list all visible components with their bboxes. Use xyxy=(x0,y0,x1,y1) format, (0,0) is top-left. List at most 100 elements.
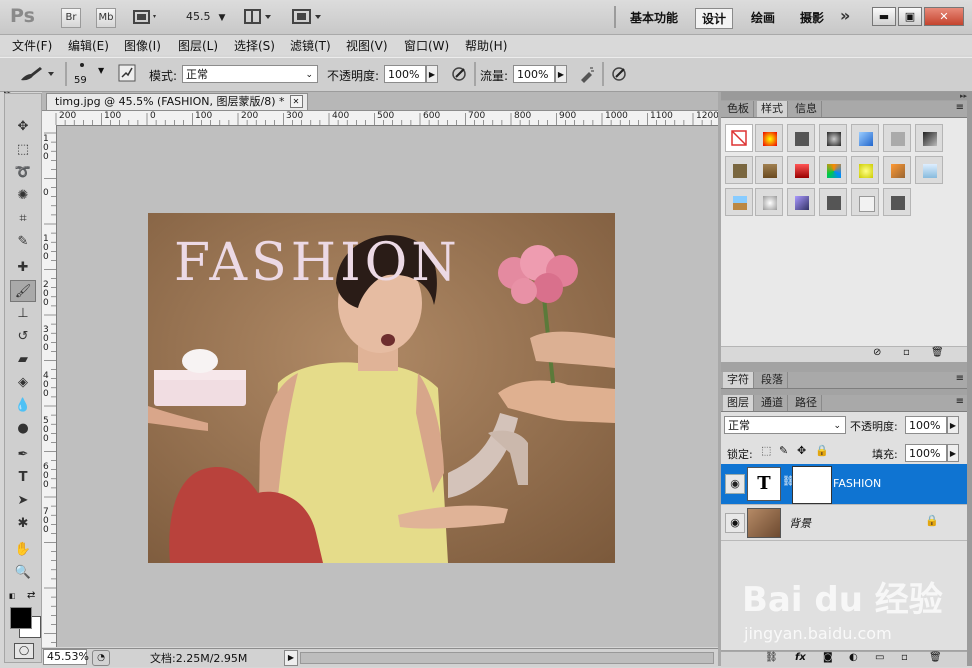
style-swatch[interactable] xyxy=(883,156,911,184)
zoom-tool[interactable]: 🔍 xyxy=(10,562,36,584)
style-swatch[interactable] xyxy=(883,188,911,216)
layer-mask-thumbnail[interactable] xyxy=(792,466,832,504)
healing-brush-tool[interactable]: ✚ xyxy=(10,257,36,279)
lock-pixels-icon[interactable]: ✎ xyxy=(779,444,788,457)
opacity-input[interactable]: 100% xyxy=(384,65,426,83)
clear-style-icon[interactable]: ⊘ xyxy=(873,347,881,358)
trash-icon[interactable]: 🗑 xyxy=(929,652,942,663)
collapse-dock-icon[interactable]: ▸▸ xyxy=(721,92,967,100)
swap-colors-icon[interactable]: ⇄ xyxy=(27,590,35,601)
tab-swatches[interactable]: 色板 xyxy=(723,101,754,117)
style-swatch[interactable] xyxy=(851,188,879,216)
style-none-swatch[interactable] xyxy=(725,124,753,152)
lock-all-icon[interactable]: 🔒 xyxy=(815,444,829,457)
quick-mask-button[interactable]: ◯ xyxy=(14,643,34,659)
style-swatch[interactable] xyxy=(725,188,753,216)
style-swatch[interactable] xyxy=(915,156,943,184)
default-colors-icon[interactable]: ◧ xyxy=(9,592,17,600)
pressure-opacity-button[interactable] xyxy=(450,65,468,83)
bridge-button[interactable]: Br xyxy=(61,8,81,28)
layer-style-fx-icon[interactable]: fx xyxy=(795,652,806,663)
custom-shape-tool[interactable]: ✱ xyxy=(10,513,36,535)
foreground-color-swatch[interactable] xyxy=(10,607,32,629)
pen-tool[interactable]: ✒ xyxy=(10,444,36,466)
tool-preset-picker[interactable] xyxy=(18,64,58,84)
document-image[interactable]: FASHION xyxy=(148,213,615,563)
zoom-level-select[interactable]: 45.5 ▼ xyxy=(186,10,225,23)
brush-picker[interactable]: 59 ▼ xyxy=(72,61,106,87)
status-menu-arrow[interactable]: ▶ xyxy=(284,650,298,666)
blur-tool[interactable]: 💧 xyxy=(10,395,36,417)
dodge-tool[interactable]: ● xyxy=(10,418,36,440)
workspace-essentials[interactable]: 基本功能 xyxy=(624,8,684,27)
screen-mode-button[interactable] xyxy=(292,9,324,25)
adjustment-layer-icon[interactable]: ◐ xyxy=(849,652,858,663)
tab-info[interactable]: 信息 xyxy=(791,101,822,117)
style-swatch[interactable] xyxy=(725,156,753,184)
eye-icon[interactable]: ◉ xyxy=(725,513,745,533)
move-tool[interactable]: ✥ xyxy=(10,116,36,138)
more-workspaces-button[interactable]: » xyxy=(840,6,850,25)
layer-opacity-slider-toggle[interactable]: ▶ xyxy=(947,416,959,434)
document-tab[interactable]: timg.jpg @ 45.5% (FASHION, 图层蒙版/8) * ✕ xyxy=(46,93,308,110)
new-layer-icon[interactable]: ▫ xyxy=(901,652,908,663)
style-swatch[interactable] xyxy=(787,188,815,216)
zoom-input[interactable]: 45.53% xyxy=(43,649,89,665)
quick-selection-tool[interactable]: ✺ xyxy=(10,185,36,207)
tab-character[interactable]: 字符 xyxy=(723,372,754,388)
crop-tool[interactable]: ⌗ xyxy=(10,208,36,230)
style-swatch[interactable] xyxy=(851,124,879,152)
tab-channels[interactable]: 通道 xyxy=(757,395,788,411)
new-style-icon[interactable]: ▫ xyxy=(903,347,910,358)
style-swatch[interactable] xyxy=(755,156,783,184)
canvas-area[interactable]: FASHION xyxy=(57,126,718,647)
layer-row-fashion[interactable]: ◉ T ⛓ FASHION xyxy=(721,464,967,505)
style-swatch[interactable] xyxy=(819,156,847,184)
horizontal-scrollbar[interactable] xyxy=(300,652,714,664)
menu-filter[interactable]: 滤镜(T) xyxy=(290,37,331,54)
brush-panel-toggle[interactable] xyxy=(118,64,136,82)
maximize-button[interactable]: ▣ xyxy=(898,7,922,26)
eyedropper-tool[interactable]: ✎ xyxy=(10,231,36,253)
close-document-icon[interactable]: ✕ xyxy=(289,95,303,108)
history-brush-tool[interactable]: ↺ xyxy=(10,326,36,348)
eye-icon[interactable]: ◉ xyxy=(725,474,745,494)
lock-position-icon[interactable]: ✥ xyxy=(797,444,806,457)
link-layers-icon[interactable]: ⛓ xyxy=(765,652,778,663)
panel-menu-icon[interactable]: ≡ xyxy=(956,373,964,384)
view-extras-button[interactable] xyxy=(133,9,159,25)
hand-tool[interactable]: ✋ xyxy=(10,539,36,561)
tab-paragraph[interactable]: 段落 xyxy=(757,372,788,388)
status-options-icon[interactable]: ◔ xyxy=(92,650,110,666)
style-swatch[interactable] xyxy=(819,188,847,216)
workspace-painting[interactable]: 绘画 xyxy=(745,8,781,27)
trash-icon[interactable]: 🗑 xyxy=(931,347,944,358)
eraser-tool[interactable]: ▰ xyxy=(10,349,36,371)
style-swatch[interactable] xyxy=(755,124,783,152)
menu-image[interactable]: 图像(I) xyxy=(124,37,161,54)
style-swatch[interactable] xyxy=(787,156,815,184)
clone-stamp-tool[interactable]: ⊥ xyxy=(10,303,36,325)
new-group-icon[interactable]: ▭ xyxy=(875,652,884,663)
flow-input[interactable]: 100% xyxy=(513,65,555,83)
fill-input[interactable]: 100% xyxy=(905,444,947,462)
style-swatch[interactable] xyxy=(819,124,847,152)
style-swatch[interactable] xyxy=(787,124,815,152)
lock-transparency-icon[interactable]: ⬚ xyxy=(761,444,771,457)
menu-window[interactable]: 窗口(W) xyxy=(404,37,449,54)
layer-opacity-input[interactable]: 100% xyxy=(905,416,947,434)
paint-bucket-tool[interactable]: ◈ xyxy=(10,372,36,394)
tab-styles[interactable]: 样式 xyxy=(757,101,788,117)
workspace-design[interactable]: 设计 xyxy=(695,8,734,29)
style-swatch[interactable] xyxy=(755,188,783,216)
lasso-tool[interactable]: ➰ xyxy=(10,162,36,184)
arrange-documents-button[interactable] xyxy=(244,9,274,25)
airbrush-button[interactable] xyxy=(578,65,596,83)
workspace-photography[interactable]: 摄影 xyxy=(794,8,830,27)
style-swatch[interactable] xyxy=(915,124,943,152)
menu-select[interactable]: 选择(S) xyxy=(234,37,275,54)
marquee-tool[interactable]: ⬚ xyxy=(10,139,36,161)
tab-layers[interactable]: 图层 xyxy=(723,395,754,411)
style-swatch[interactable] xyxy=(851,156,879,184)
menu-help[interactable]: 帮助(H) xyxy=(465,37,507,54)
